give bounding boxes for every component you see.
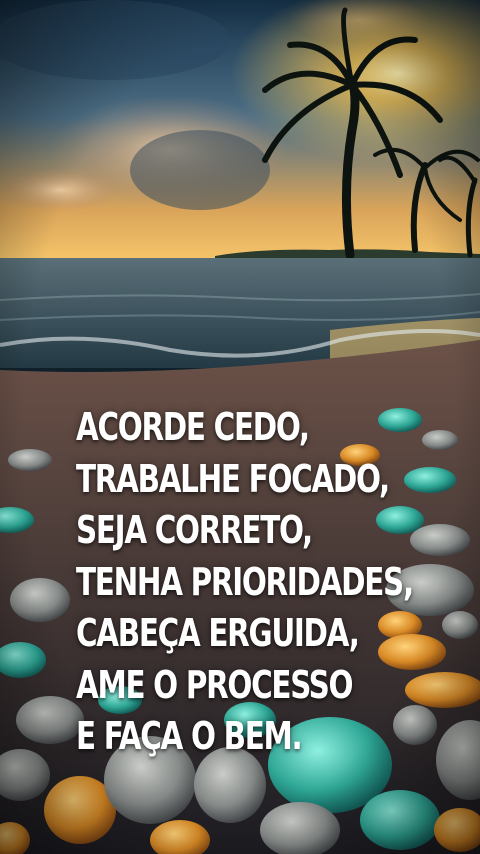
quote-line-7: E FAÇA O BEM. xyxy=(76,714,303,758)
quote-line-6: AME O PROCESSO xyxy=(76,662,353,707)
motivational-quote: ACORDE CEDO, TRABALHE FOCADO, SEJA CORRE… xyxy=(76,402,414,763)
quote-line-5: CABEÇA ERGUIDA, xyxy=(76,611,360,655)
quote-line-1: ACORDE CEDO, xyxy=(76,405,310,449)
quote-line-3: SEJA CORRETO, xyxy=(76,508,313,552)
quote-line-4: TENHA PRIORIDADES, xyxy=(76,559,414,604)
story-frame: ACORDE CEDO, TRABALHE FOCADO, SEJA CORRE… xyxy=(0,0,480,854)
quote-line-2: TRABALHE FOCADO, xyxy=(76,456,390,501)
